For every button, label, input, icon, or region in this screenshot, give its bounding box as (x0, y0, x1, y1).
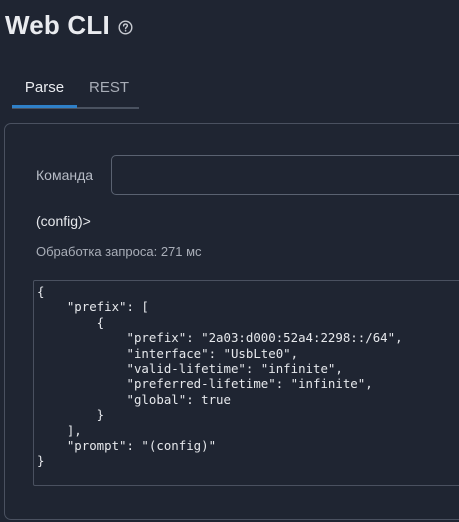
response-json: { "prefix": [ { "prefix": "2a03:d000:52a… (37, 284, 403, 469)
web-cli-page: Web CLI Parse REST Команда (config)> Обр… (0, 0, 459, 522)
question-circle-icon[interactable] (118, 19, 133, 35)
response-output[interactable]: { "prefix": [ { "prefix": "2a03:d000:52a… (33, 280, 459, 486)
tab-parse[interactable]: Parse (12, 70, 77, 108)
tab-rest[interactable]: REST (77, 70, 139, 105)
tab-bar: Parse REST (12, 70, 139, 109)
header: Web CLI (5, 10, 133, 41)
command-input[interactable] (111, 155, 459, 195)
page-title: Web CLI (5, 10, 110, 40)
request-status: Обработка запроса: 271 мс (36, 244, 202, 259)
command-label: Команда (36, 167, 94, 183)
cli-prompt: (config)> (36, 213, 91, 229)
